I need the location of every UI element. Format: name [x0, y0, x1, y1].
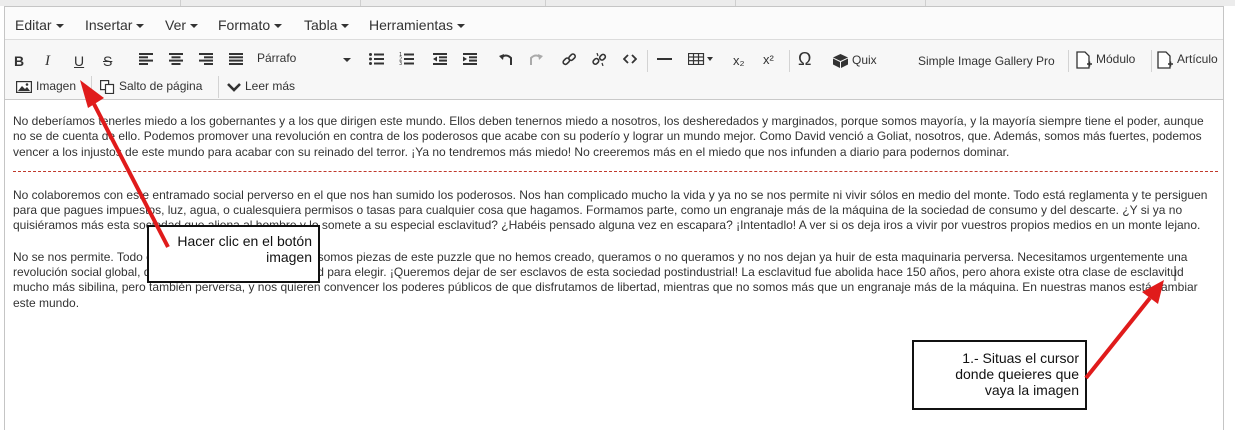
arrow-head-icon	[80, 80, 104, 108]
arrow-head-icon	[1142, 280, 1164, 304]
arrow-to-image-button	[92, 103, 170, 248]
arrow-to-cursor	[1084, 296, 1152, 380]
annotation-arrows	[80, 80, 1176, 380]
